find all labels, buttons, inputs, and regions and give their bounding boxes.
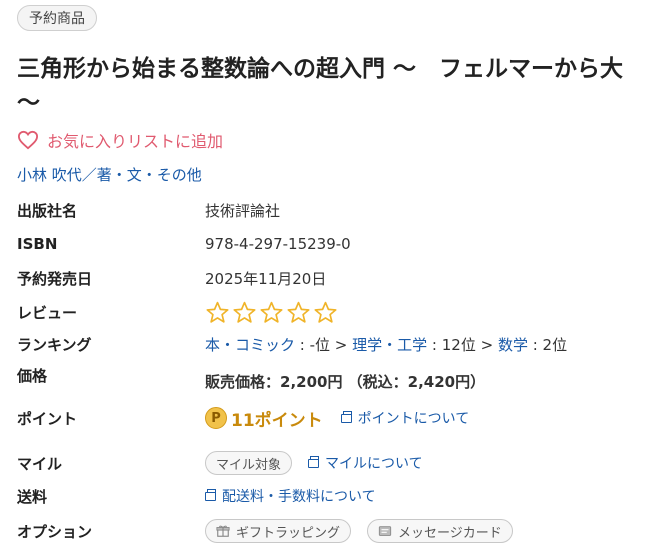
- star-empty-icon: [314, 301, 337, 323]
- card-icon: [378, 526, 392, 536]
- star-empty-icon: [206, 301, 229, 323]
- ranking-rank-science: : 12位 >: [427, 335, 498, 354]
- mile-label: マイル: [17, 454, 63, 473]
- isbn-value: 978-4-297-15239-0: [205, 235, 351, 253]
- gift-wrapping-label: ギフトラッピング: [236, 525, 341, 541]
- price-label: 価格: [17, 367, 48, 385]
- add-to-favorites-label: お気に入りリストに追加: [47, 132, 224, 151]
- point-value-group: P 11ポイント ポイントについて: [205, 406, 469, 431]
- about-miles-label: マイルについて: [325, 456, 423, 472]
- about-miles-link[interactable]: マイルについて: [308, 453, 423, 473]
- publisher-row: 出版社名 技術評論社: [17, 195, 280, 225]
- star-empty-icon: [260, 301, 283, 323]
- shipping-value-group: 配送料・手数料について: [205, 486, 376, 506]
- ranking-category-books[interactable]: 本・コミック: [205, 334, 295, 355]
- product-title: 三角形から始まる整数論への超入門 ～ フェルマーから大 ～: [17, 52, 655, 120]
- option-row: オプション ギフトラッピング メッセージカード: [17, 516, 529, 546]
- ranking-row: ランキング 本・コミック : -位 > 理学・工学 : 12位 > 数学 : 2…: [17, 329, 567, 359]
- window-icon: [205, 488, 216, 501]
- window-icon: [308, 455, 320, 468]
- point-coin-icon: P: [205, 407, 227, 429]
- price-row: 価格 販売価格：2,200円 （税込：2,420円）: [17, 363, 485, 393]
- price-value: 販売価格：2,200円 （税込：2,420円）: [205, 372, 486, 391]
- release-date-row: 予約発売日 2025年11月20日: [17, 263, 326, 293]
- mile-row: マイル マイル対象 マイルについて: [17, 448, 423, 478]
- release-date-label: 予約発売日: [17, 269, 93, 288]
- product-title-line1: 三角形から始まる整数論への超入門 ～ フェルマーから大: [17, 56, 624, 82]
- about-points-label: ポイントについて: [357, 411, 470, 427]
- point-value: 11ポイント: [231, 410, 323, 431]
- star-empty-icon: [233, 301, 256, 323]
- option-label: オプション: [17, 522, 93, 541]
- preorder-badge: 予約商品: [17, 5, 97, 31]
- shipping-label: 送料: [17, 487, 48, 506]
- about-points-link[interactable]: ポイントについて: [340, 408, 470, 428]
- review-stars[interactable]: [205, 300, 338, 325]
- mile-value-group: マイル対象 マイルについて: [205, 451, 423, 475]
- isbn-row: ISBN 978-4-297-15239-0: [17, 229, 351, 259]
- ranking-rank-math: : 2位: [527, 335, 568, 354]
- ranking-category-math[interactable]: 数学: [498, 334, 528, 355]
- review-label: レビュー: [17, 303, 78, 322]
- message-card-option: メッセージカード: [367, 519, 513, 543]
- product-title-line2: ～: [17, 90, 40, 116]
- message-card-label: メッセージカード: [398, 525, 502, 541]
- ranking-label: ランキング: [17, 335, 92, 354]
- gift-icon: [216, 525, 230, 537]
- isbn-label: ISBN: [17, 235, 58, 253]
- mile-eligible-badge: マイル対象: [205, 451, 293, 475]
- ranking-value: 本・コミック : -位 > 理学・工学 : 12位 > 数学 : 2位: [205, 334, 567, 355]
- ranking-rank-books: : -位 >: [295, 335, 353, 354]
- option-value-group: ギフトラッピング メッセージカード: [205, 519, 529, 543]
- ranking-category-science[interactable]: 理学・工学: [352, 334, 427, 355]
- heart-outline-icon: [17, 130, 39, 150]
- point-label: ポイント: [17, 409, 78, 428]
- shipping-fees-label: 配送料・手数料について: [222, 489, 376, 505]
- window-icon: [340, 410, 352, 423]
- add-to-favorites-button[interactable]: お気に入りリストに追加: [17, 128, 223, 152]
- gift-wrapping-option: ギフトラッピング: [205, 519, 352, 543]
- author-link[interactable]: 小林 吹代／著・文・その他: [17, 164, 202, 185]
- publisher-label: 出版社名: [17, 201, 78, 220]
- shipping-fees-link[interactable]: 配送料・手数料について: [205, 486, 376, 506]
- point-row: ポイント P 11ポイント ポイントについて: [17, 403, 469, 433]
- star-empty-icon: [287, 301, 310, 323]
- review-row: レビュー: [17, 297, 338, 327]
- shipping-row: 送料 配送料・手数料について: [17, 481, 376, 511]
- publisher-link[interactable]: 技術評論社: [205, 200, 280, 221]
- release-date-value: 2025年11月20日: [205, 269, 327, 288]
